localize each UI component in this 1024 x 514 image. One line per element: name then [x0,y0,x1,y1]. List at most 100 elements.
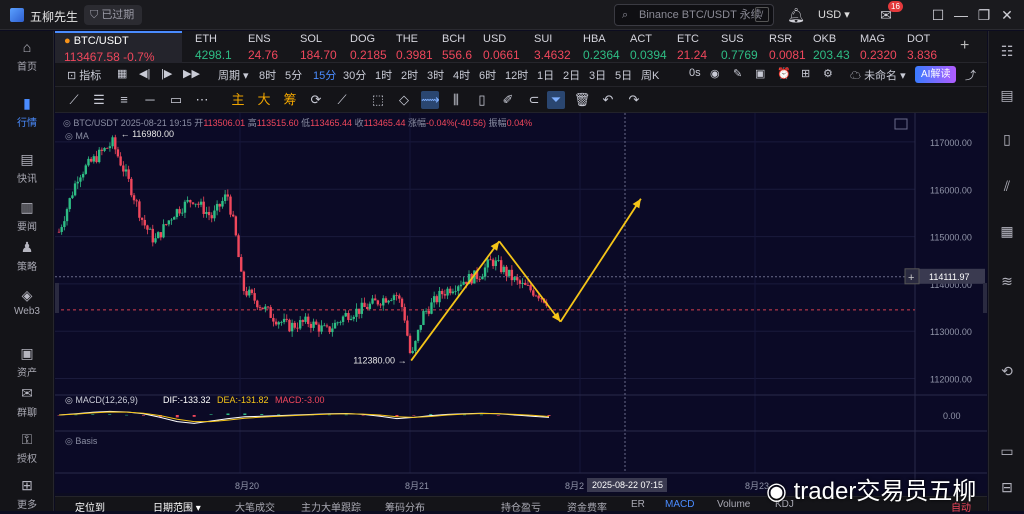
window-menu-icon[interactable]: ☐ [928,5,948,25]
signal-icon[interactable]: ≋ [997,271,1017,291]
tab-position-holdings[interactable]: 持仓盈亏 [501,499,541,514]
horizontal-lines-icon[interactable]: ☰ [90,91,108,109]
sync-icon[interactable]: ⟲ [997,361,1017,381]
minimize-icon[interactable]: — [951,5,971,25]
interval-3[interactable]: 30分 [343,67,366,83]
ticker-tab[interactable]: ACT 0.0394 [630,31,676,63]
parallel-channel-icon[interactable]: ≡ [115,91,133,109]
pen-icon[interactable]: ✎ [733,67,742,80]
wave-tool-icon[interactable]: ⟿ [421,91,440,109]
ticker-tab[interactable]: SUS 0.7769 [721,31,767,63]
add-ticker-icon[interactable]: + [960,31,980,63]
interval-1[interactable]: 5分 [285,67,302,83]
tab-er[interactable]: ER [631,499,645,510]
interval-5[interactable]: 2时 [401,67,418,83]
sidebar-item-3[interactable]: ▥ 要闻 [0,199,54,233]
currency-select[interactable]: USD ▾ [818,8,850,21]
period-select[interactable]: 周期 ▾ [218,67,249,83]
step-back-icon[interactable]: ◀| [139,67,150,80]
ticker-tab[interactable]: DOT 3.836 [907,31,953,63]
interval-4[interactable]: 1时 [375,67,392,83]
tab-main-force[interactable]: 主力大单跟踪 [301,499,361,514]
ticker-tab[interactable]: SOL 184.70 [300,31,346,63]
sidebar-item-1[interactable]: ▮ 行情 [0,95,54,129]
note-icon[interactable]: ✐ [499,91,517,109]
camera-icon[interactable]: ◉ [710,67,720,80]
tab-volume[interactable]: Volume [717,499,750,510]
right-collapse-handle[interactable] [983,283,987,313]
sidebar-item-2[interactable]: ▤ 快讯 [0,151,54,185]
main-force-button[interactable]: 主 [229,91,247,109]
filter-icon[interactable]: ⏷ [547,91,565,109]
trend-chart-icon[interactable]: ⫽ [997,176,1017,196]
interval-9[interactable]: 12时 [505,67,528,83]
trash-icon[interactable]: 🗑︎ [573,91,591,109]
panel-icon[interactable]: ▭ [997,441,1017,461]
interval-2[interactable]: 15分 [313,67,336,83]
indicator-button[interactable]: ⊡ 指标 [67,67,101,83]
interval-7[interactable]: 4时 [453,67,470,83]
ticker-tab[interactable]: OKB 203.43 [813,31,859,63]
candle-compare-icon[interactable]: ⫼ [447,91,465,109]
select-cursor-icon[interactable]: ⬚ [369,91,387,109]
calculator-icon[interactable]: ▦ [997,221,1017,241]
interval-8[interactable]: 6时 [479,67,496,83]
ticker-tab[interactable]: DOG 0.2185 [350,31,396,63]
magnet-icon[interactable]: ⊂ [525,91,543,109]
interval-12[interactable]: 3日 [589,67,606,83]
ticker-tab[interactable]: ● BTC/USDT 113467.58 -0.7% [55,31,182,63]
chips-button[interactable]: 筹 [281,91,299,109]
price-chart[interactable]: 117000.00116000.00115000.00114000.001130… [55,113,987,493]
tab-date-range[interactable]: 日期范围 ▾ [153,499,201,514]
tab-macd[interactable]: MACD [665,499,694,510]
fast-forward-icon[interactable]: ▶▶ [183,67,200,80]
sidebar-item-7[interactable]: ✉ 群聊 [0,385,54,419]
search-input[interactable]: ⌕ Binance BTC/USDT 永续 / [614,4,774,26]
watchlist-icon[interactable]: ☷ [997,41,1017,61]
trend-line-icon[interactable]: ⟋ [65,91,83,109]
tab-big-trades[interactable]: 大笔成交 [235,499,275,514]
redo-icon[interactable]: ↷ [625,91,643,109]
ticker-tab[interactable]: HBA 0.2364 [583,31,629,63]
left-collapse-handle[interactable] [55,283,59,313]
ticker-tab[interactable]: THE 0.3981 [396,31,442,63]
refresh-data-icon[interactable]: ⟳ [307,91,325,109]
restore-icon[interactable]: ❐ [974,5,994,25]
big-order-button[interactable]: 大 [255,91,273,109]
tab-funding[interactable]: 资金费率 [567,499,607,514]
expired-badge[interactable]: ⛉ 已过期 [84,5,143,25]
alert-icon[interactable]: ⏰ [777,67,791,80]
sidebar-item-5[interactable]: ◈ Web3 [0,287,54,317]
ticker-tab[interactable]: MAG 0.2320 [860,31,906,63]
sidebar-item-9[interactable]: ⊞ 更多 [0,477,54,511]
bell-icon[interactable]: 🔔︎ [786,5,806,25]
horizontal-ray-icon[interactable]: ─ [141,91,159,109]
calendar-icon[interactable]: ▦ [117,67,127,80]
interval-10[interactable]: 1日 [537,67,554,83]
split-icon[interactable]: ⊟ [997,477,1017,497]
document-icon[interactable]: ▯ [997,129,1017,149]
clipboard-icon[interactable]: ▯ [473,91,491,109]
tab-position[interactable]: 定位到 [75,499,105,514]
ticker-tab[interactable]: USD 0.0661 [483,31,529,63]
undo-icon[interactable]: ↶ [599,91,617,109]
sidebar-item-0[interactable]: ⌂ 首页 [0,39,54,73]
tab-chip-dist[interactable]: 筹码分布 [385,499,425,514]
interval-13[interactable]: 5日 [615,67,632,83]
play-icon[interactable]: |▶ [161,67,172,80]
ticker-tab[interactable]: ETH 4298.1 [195,31,241,63]
close-icon[interactable]: ✕ [997,5,1017,25]
ai-interpret-button[interactable]: AI解读 [915,66,957,83]
settings-icon[interactable]: ⚙ [823,67,833,80]
template-select[interactable]: ☁ 未命名 ▾ [850,67,906,83]
interval-6[interactable]: 3时 [427,67,444,83]
layout-icon[interactable]: ▣ [755,67,765,80]
eraser-icon[interactable]: ◇ [395,91,413,109]
order-book-icon[interactable]: ▤ [997,85,1017,105]
interval-0[interactable]: 8时 [259,67,276,83]
time-offset[interactable]: 0s [689,67,701,79]
ticker-tab[interactable]: RSR 0.0081 [769,31,815,63]
ticker-tab[interactable]: ENS 24.76 [248,31,294,63]
interval-14[interactable]: 周K [641,67,659,83]
ticker-tab[interactable]: SUI 3.4632 [534,31,580,63]
